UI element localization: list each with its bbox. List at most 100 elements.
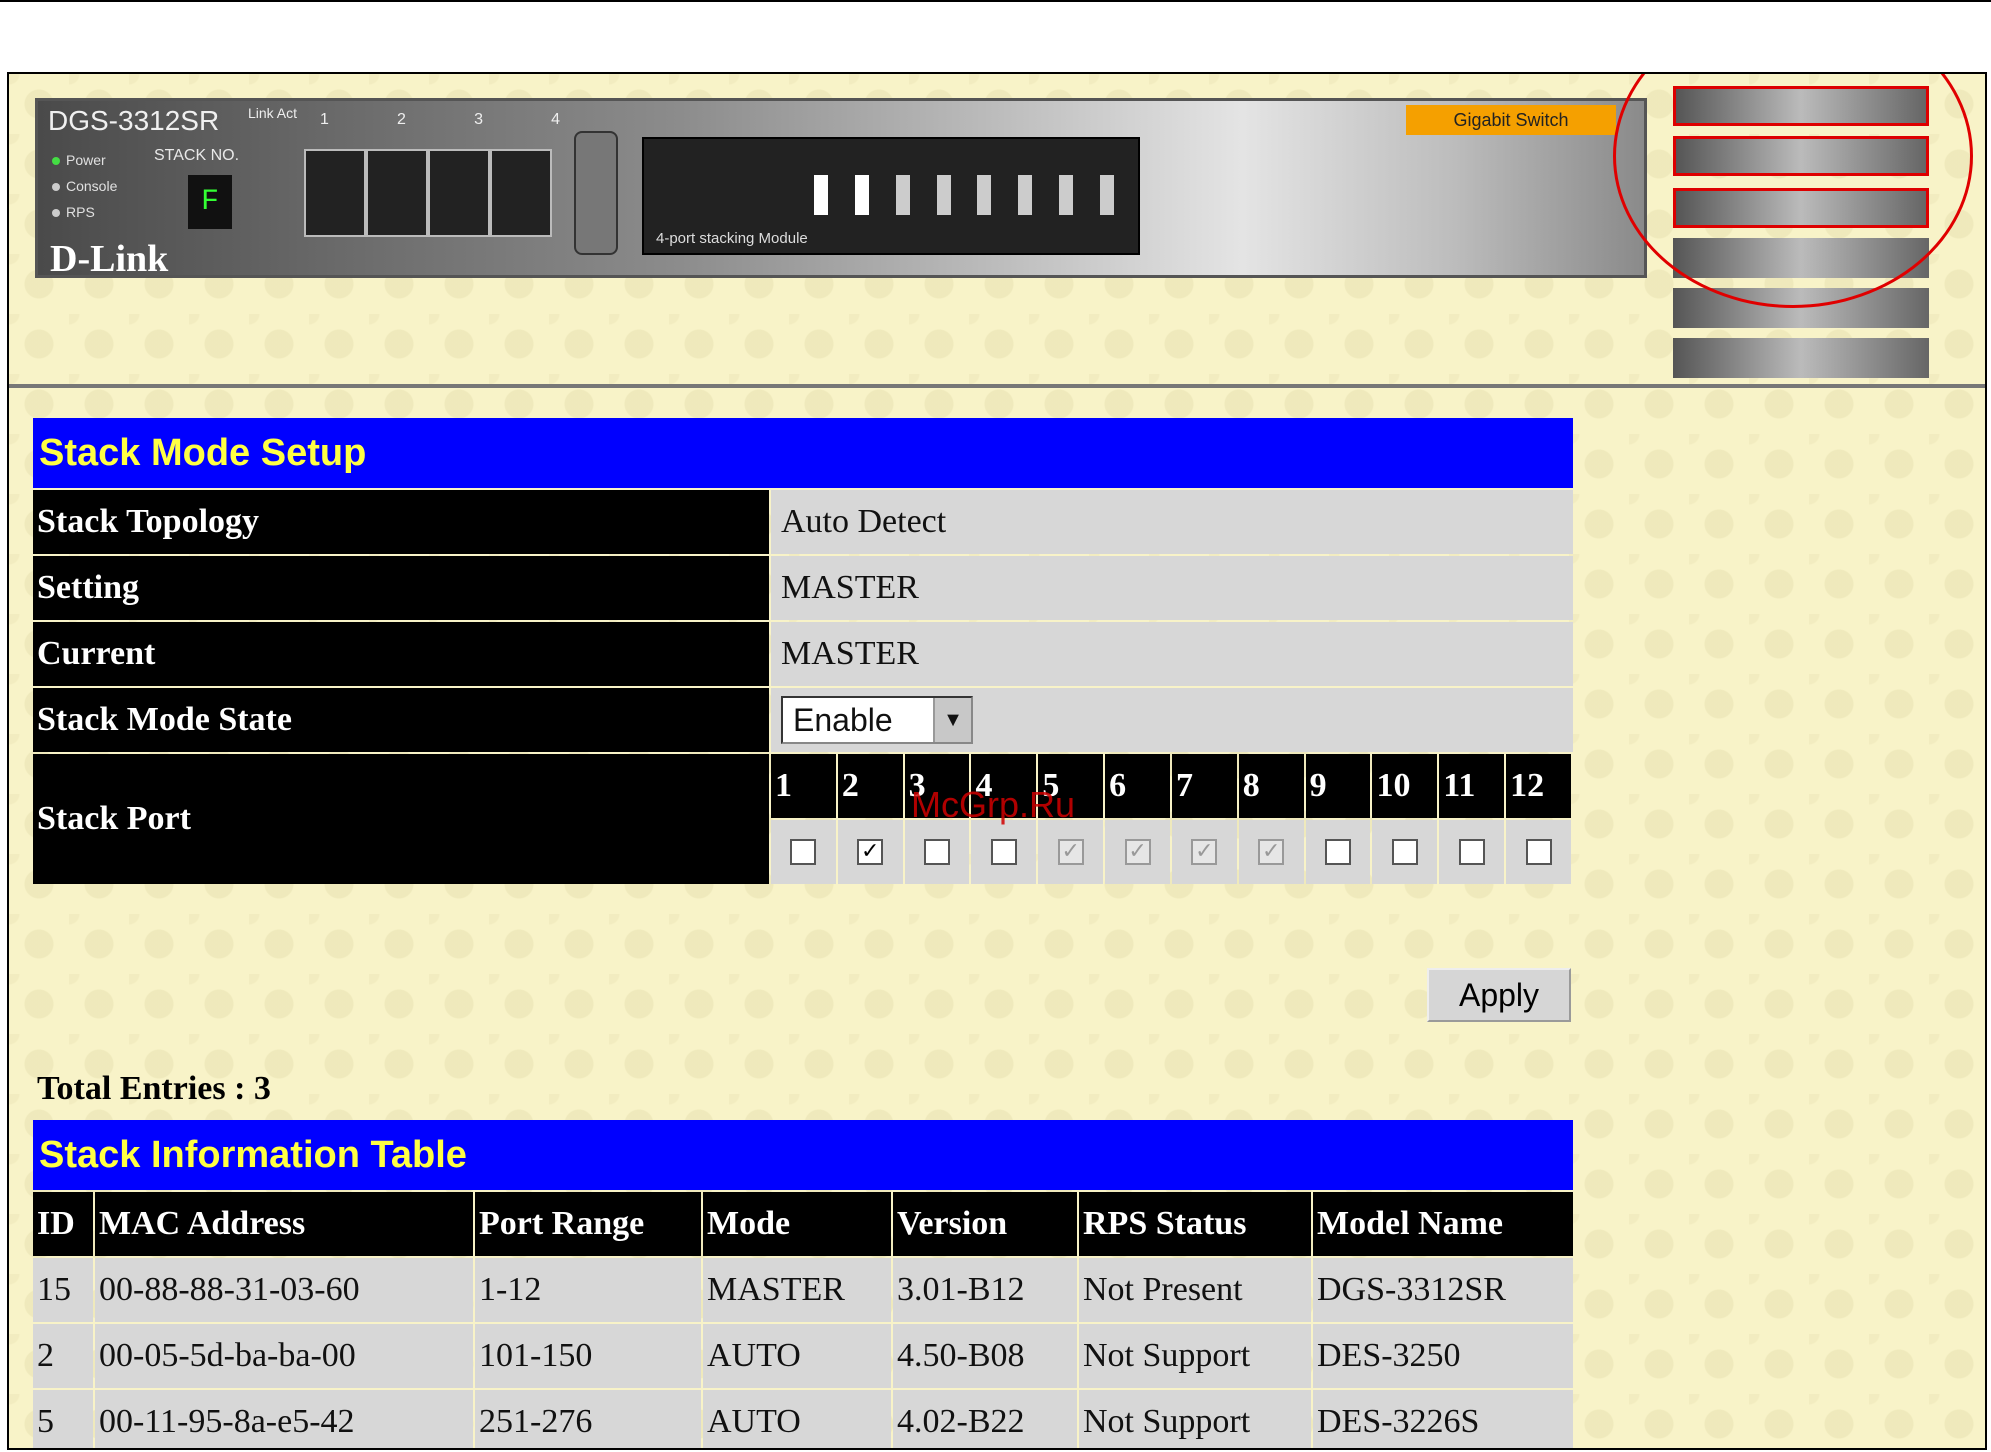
- table-cell: DES-3250: [1313, 1324, 1573, 1388]
- stack-mode-state-value: Enable: [793, 701, 893, 738]
- stack-topology-row: Stack Topology Auto Detect: [33, 490, 1573, 554]
- rj45-port-icon[interactable]: [428, 149, 490, 237]
- table-cell: MASTER: [703, 1258, 891, 1322]
- module-ports: [814, 175, 1114, 215]
- current-label: Current: [33, 622, 769, 686]
- device-front-panel[interactable]: DGS-3312SR Power Console RPS STACK NO. F…: [35, 98, 1647, 280]
- module-port-icon: [936, 175, 951, 215]
- stack-port-checkbox: ✓: [1124, 839, 1151, 865]
- stack-information-table-title: Stack Information Table: [33, 1120, 1573, 1190]
- device-model: DGS-3312SR: [48, 105, 220, 136]
- main-frame: DGS-3312SR Power Console RPS STACK NO. F…: [7, 72, 1987, 1450]
- stack-port-cell: ✓: [1038, 820, 1104, 884]
- port-number: 4: [551, 111, 560, 128]
- table-cell: 5: [33, 1390, 93, 1448]
- top-border: [0, 0, 1991, 2]
- module-label: 4-port stacking Module: [656, 230, 808, 247]
- table-cell: 00-05-5d-ba-ba-00: [95, 1324, 473, 1388]
- module-port-icon: [1059, 175, 1074, 215]
- apply-button[interactable]: Apply: [1427, 968, 1571, 1022]
- table-cell: 2: [33, 1324, 93, 1388]
- column-header: Model Name: [1313, 1192, 1573, 1256]
- stack-topology-value: Auto Detect: [771, 490, 1573, 554]
- module-port-icon: [814, 175, 828, 215]
- watermark: McGrp.Ru: [911, 784, 1076, 825]
- stack-port-checkbox[interactable]: ✓: [857, 839, 884, 865]
- stack-port-checkbox[interactable]: [1391, 839, 1418, 865]
- column-header: ID: [33, 1192, 93, 1256]
- stack-mode-state-select[interactable]: Enable ▼: [781, 696, 973, 744]
- table-cell: 101-150: [475, 1324, 701, 1388]
- table-cell: DES-3226S: [1313, 1390, 1573, 1448]
- current-row: Current MASTER: [33, 622, 1573, 686]
- setting-label: Setting: [33, 556, 769, 620]
- chevron-down-icon[interactable]: ▼: [933, 698, 971, 742]
- stack-port-checkbox[interactable]: [990, 839, 1017, 865]
- dlink-logo: D-Link: [50, 238, 169, 280]
- stack-port-cell: ✓: [837, 820, 903, 884]
- module-port-icon: [977, 175, 992, 215]
- module-port-icon: [895, 175, 910, 215]
- device-leds: Power Console RPS: [52, 147, 117, 225]
- rps-led-icon: [52, 209, 60, 217]
- stack-port-cell: [971, 820, 1037, 884]
- rj45-port-icon[interactable]: [304, 149, 366, 237]
- rj45-port-icon[interactable]: [366, 149, 428, 237]
- stack-port-number: 8: [1238, 754, 1304, 818]
- table-cell: 1-12: [475, 1258, 701, 1322]
- port-numbers: 1 2 3 4: [320, 111, 560, 129]
- link-act-label: Link Act: [248, 105, 298, 121]
- rps-label: RPS: [66, 204, 95, 220]
- total-entries: Total Entries : 3: [37, 1070, 271, 1107]
- rj45-port-icon[interactable]: [490, 149, 552, 237]
- stacking-module[interactable]: 4-port stacking Module: [642, 137, 1140, 255]
- power-label: Power: [66, 152, 106, 168]
- stack-mode-state-row: Stack Mode State Enable ▼: [33, 688, 1573, 752]
- stack-port-row: Stack Port 1 2 ✓ 3 4 5 ✓ 6 ✓ 7 ✓ 8 ✓ 9 10 11 12: [33, 754, 1573, 884]
- serial-port-icon: [574, 131, 618, 255]
- panel-divider: [9, 384, 1985, 388]
- stack-port-number: 1: [771, 754, 836, 818]
- stack-unit-6[interactable]: [1673, 338, 1929, 378]
- port-number: 1: [320, 111, 329, 128]
- stack-port-number: 7: [1171, 754, 1237, 818]
- port-number: 2: [397, 111, 406, 128]
- table-cell: 00-11-95-8a-e5-42: [95, 1390, 473, 1448]
- table-cell: AUTO: [703, 1324, 891, 1388]
- stack-port-cell: [904, 820, 970, 884]
- stack-port-checkbox: ✓: [1057, 839, 1084, 865]
- column-header: Version: [893, 1192, 1077, 1256]
- stack-mode-setup-title: Stack Mode Setup: [33, 418, 1573, 488]
- stack-port-number: 10: [1372, 754, 1438, 818]
- stack-port-checkbox[interactable]: [790, 839, 817, 865]
- table-cell: DGS-3312SR: [1313, 1258, 1573, 1322]
- stack-port-checkbox: ✓: [1258, 839, 1285, 865]
- stack-port-checkbox[interactable]: [924, 839, 951, 865]
- column-header: Port Range: [475, 1192, 701, 1256]
- stack-mode-state-cell: Enable ▼: [771, 688, 1573, 752]
- table-cell: Not Support: [1079, 1390, 1311, 1448]
- table-cell: 4.50-B08: [893, 1324, 1077, 1388]
- column-header: Mode: [703, 1192, 891, 1256]
- stack-port-cell: [1439, 820, 1505, 884]
- module-port-icon: [1018, 175, 1033, 215]
- stack-port-label: Stack Port: [33, 754, 769, 884]
- column-header: RPS Status: [1079, 1192, 1311, 1256]
- console-label: Console: [66, 178, 118, 194]
- table-cell: Not Support: [1079, 1324, 1311, 1388]
- column-header: MAC Address: [95, 1192, 473, 1256]
- stack-port-number: 6: [1105, 754, 1170, 818]
- stack-port-number: 2: [837, 754, 903, 818]
- stack-port-checkbox: ✓: [1191, 839, 1218, 865]
- table-cell: 00-88-88-31-03-60: [95, 1258, 473, 1322]
- stack-port-cell: ✓: [1238, 820, 1304, 884]
- stack-port-cell: ✓: [1171, 820, 1237, 884]
- table-cell: 3.01-B12: [893, 1258, 1077, 1322]
- stack-port-checkbox[interactable]: [1525, 839, 1552, 865]
- stack-port-checkbox[interactable]: [1458, 839, 1485, 865]
- power-led-icon: [52, 157, 60, 165]
- stack-mode-state-label: Stack Mode State: [33, 688, 769, 752]
- stack-port-checkbox[interactable]: [1325, 839, 1352, 865]
- stack-port-cell: [1506, 820, 1571, 884]
- stack-port-cell: ✓: [1105, 820, 1170, 884]
